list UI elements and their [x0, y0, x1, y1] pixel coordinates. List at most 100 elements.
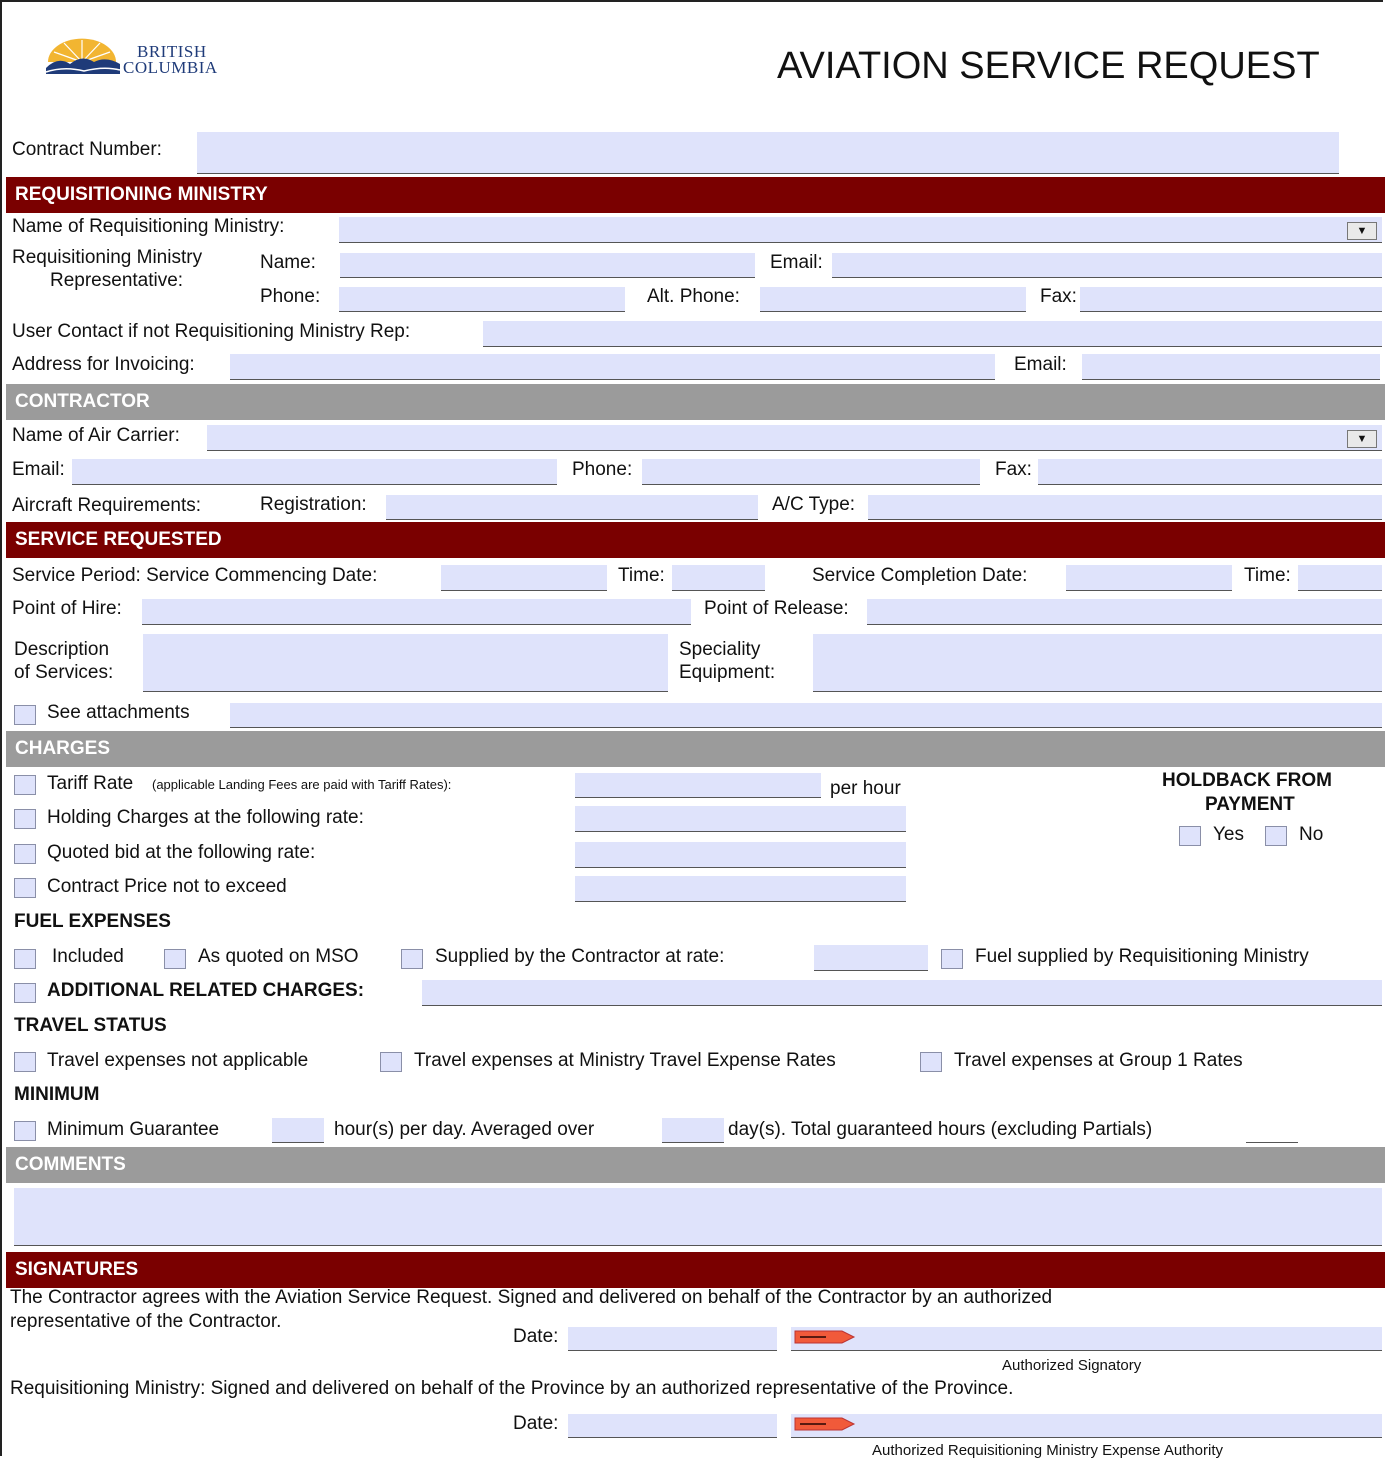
- quoted-bid-checkbox[interactable]: [14, 844, 36, 864]
- speciality-field[interactable]: [813, 634, 1382, 692]
- ministry-signature-field[interactable]: [791, 1414, 1382, 1438]
- fuel-ministry-checkbox[interactable]: [941, 949, 963, 969]
- see-attachments-checkbox[interactable]: [14, 705, 36, 725]
- holdback-yes-checkbox[interactable]: [1179, 826, 1201, 846]
- quoted-bid-field[interactable]: [575, 842, 906, 868]
- completion-time-label: Time:: [1244, 565, 1291, 586]
- air-carrier-select[interactable]: [207, 425, 1382, 451]
- completion-date-label: Service Completion Date:: [812, 565, 1028, 586]
- holding-charges-label: Holding Charges at the following rate:: [47, 807, 364, 828]
- invoice-email-field[interactable]: [1082, 354, 1380, 380]
- description-field[interactable]: [143, 634, 668, 692]
- rep-name-field[interactable]: [340, 253, 755, 278]
- invoice-address-field[interactable]: [230, 354, 995, 380]
- contractor-date-label: Date:: [513, 1326, 559, 1347]
- contractor-phone-field[interactable]: [642, 459, 980, 485]
- invoice-email-label: Email:: [1014, 354, 1067, 375]
- tariff-rate-label: Tariff Rate: [47, 773, 134, 794]
- authorized-signatory-caption: Authorized Signatory: [1002, 1357, 1142, 1374]
- fuel-quoted-label: As quoted on MSO: [198, 946, 359, 967]
- averaged-days-field[interactable]: [662, 1118, 724, 1143]
- rep-alt-phone-label: Alt. Phone:: [647, 286, 740, 307]
- contractor-date-field[interactable]: [568, 1327, 777, 1351]
- fuel-quoted-checkbox[interactable]: [164, 949, 186, 969]
- holdback-no-checkbox[interactable]: [1265, 826, 1287, 846]
- rep-phone-label: Phone:: [260, 286, 321, 307]
- fuel-contractor-checkbox[interactable]: [401, 949, 423, 969]
- logo-text-line2: COLUMBIA: [123, 58, 218, 77]
- commencing-time-field[interactable]: [672, 565, 765, 591]
- rep-phone-field[interactable]: [339, 287, 625, 312]
- invoice-address-label: Address for Invoicing:: [12, 354, 195, 375]
- section-title: SIGNATURES: [15, 1259, 139, 1280]
- contractor-signature-text-line2: representative of the Contractor.: [10, 1311, 282, 1332]
- rep-fax-field[interactable]: [1080, 287, 1382, 312]
- ac-type-field[interactable]: [868, 495, 1382, 520]
- point-of-release-field[interactable]: [867, 599, 1382, 625]
- section-title: CHARGES: [15, 738, 111, 759]
- contractor-signature-field[interactable]: [791, 1327, 1382, 1351]
- contract-price-checkbox[interactable]: [14, 878, 36, 898]
- bc-logo: BRITISH COLUMBIA: [44, 34, 244, 82]
- contractor-fax-label: Fax:: [995, 459, 1032, 480]
- sign-here-arrow-icon: [794, 1417, 856, 1431]
- completion-time-field[interactable]: [1298, 565, 1382, 591]
- travel-na-checkbox[interactable]: [14, 1052, 36, 1072]
- sign-here-arrow-icon: [794, 1330, 856, 1344]
- contract-number-field[interactable]: [197, 132, 1339, 174]
- contractor-fax-field[interactable]: [1038, 459, 1382, 485]
- holding-charges-checkbox[interactable]: [14, 809, 36, 829]
- user-contact-field[interactable]: [483, 321, 1382, 347]
- travel-ministry-checkbox[interactable]: [380, 1052, 402, 1072]
- fuel-ministry-label: Fuel supplied by Requisitioning Ministry: [975, 946, 1309, 967]
- ministry-name-select[interactable]: [339, 217, 1382, 243]
- page-title: AVIATION SERVICE REQUEST: [777, 45, 1320, 87]
- completion-date-field[interactable]: [1066, 565, 1232, 591]
- fuel-expenses-heading: FUEL EXPENSES: [14, 911, 171, 932]
- rep-email-label: Email:: [770, 252, 823, 273]
- section-charges: CHARGES: [6, 731, 1385, 767]
- chevron-down-icon[interactable]: ▼: [1347, 430, 1377, 448]
- holding-charges-field[interactable]: [575, 806, 906, 832]
- tariff-rate-field[interactable]: [575, 773, 821, 798]
- chevron-down-icon[interactable]: ▼: [1347, 222, 1377, 240]
- user-contact-label: User Contact if not Requisitioning Minis…: [12, 321, 411, 342]
- comments-field[interactable]: [14, 1188, 1382, 1246]
- travel-na-label: Travel expenses not applicable: [47, 1050, 309, 1071]
- hours-per-day-label: hour(s) per day. Averaged over: [334, 1119, 595, 1140]
- hours-per-day-field[interactable]: [272, 1118, 324, 1143]
- contractor-phone-label: Phone:: [572, 459, 633, 480]
- fuel-rate-field[interactable]: [814, 945, 928, 971]
- section-contractor: CONTRACTOR: [6, 384, 1385, 420]
- additional-charges-checkbox[interactable]: [14, 983, 36, 1003]
- total-hours-field[interactable]: [1246, 1126, 1298, 1143]
- contractor-email-field[interactable]: [72, 459, 557, 485]
- see-attachments-label: See attachments: [47, 702, 190, 723]
- section-signatures: SIGNATURES: [6, 1252, 1385, 1288]
- minimum-heading: MINIMUM: [14, 1084, 100, 1105]
- tariff-rate-note: (applicable Landing Fees are paid with T…: [152, 777, 452, 792]
- section-title: REQUISITIONING MINISTRY: [15, 184, 268, 205]
- holdback-heading-line2: PAYMENT: [1205, 794, 1295, 815]
- fuel-included-checkbox[interactable]: [14, 949, 36, 969]
- attachments-field[interactable]: [230, 703, 1382, 728]
- commencing-time-label: Time:: [618, 565, 665, 586]
- speciality-label-line1: Speciality: [679, 639, 761, 660]
- additional-charges-field[interactable]: [422, 980, 1382, 1006]
- travel-group1-checkbox[interactable]: [920, 1052, 942, 1072]
- rep-name-label: Name:: [260, 252, 316, 273]
- registration-field[interactable]: [386, 495, 758, 520]
- rep-alt-phone-field[interactable]: [760, 287, 1026, 312]
- ministry-date-field[interactable]: [568, 1414, 777, 1438]
- point-of-hire-field[interactable]: [142, 599, 691, 625]
- aircraft-req-label: Aircraft Requirements:: [12, 495, 202, 516]
- commencing-date-field[interactable]: [441, 565, 607, 591]
- rep-fax-label: Fax:: [1040, 286, 1077, 307]
- contract-price-field[interactable]: [575, 876, 906, 902]
- ministry-date-label: Date:: [513, 1413, 559, 1434]
- rep-email-field[interactable]: [832, 253, 1382, 278]
- contractor-email-label: Email:: [12, 459, 65, 480]
- minimum-guarantee-checkbox[interactable]: [14, 1121, 36, 1141]
- tariff-rate-checkbox[interactable]: [14, 775, 36, 795]
- days-label: day(s). Total guaranteed hours (excludin…: [728, 1119, 1153, 1140]
